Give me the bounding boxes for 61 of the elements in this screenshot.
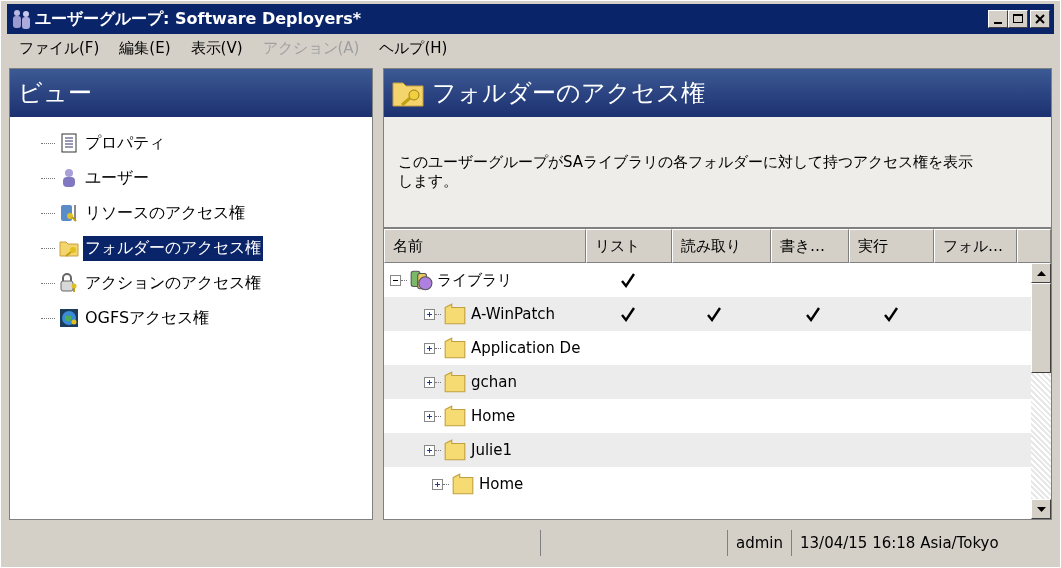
column-header[interactable]: 書き… — [771, 229, 849, 263]
sidebar-item[interactable]: フォルダーのアクセス権 — [83, 235, 263, 261]
sidebar-item[interactable]: プロパティ — [83, 130, 167, 156]
expand-toggle-icon[interactable] — [424, 376, 435, 388]
down-arrow-icon — [1036, 506, 1046, 512]
folder-name[interactable]: A-WinPatch — [471, 305, 556, 323]
expand-toggle-icon[interactable] — [424, 308, 435, 320]
maximize-icon — [1013, 14, 1023, 24]
document-icon — [59, 133, 79, 153]
sidebar-item[interactable]: リソースのアクセス権 — [83, 200, 247, 226]
sidebar-item[interactable]: ユーザー — [83, 165, 151, 191]
folder-name[interactable]: Application De — [471, 339, 581, 357]
folder-icon — [443, 404, 467, 428]
server-key-icon — [59, 203, 79, 223]
folder-icon — [443, 370, 467, 394]
expand-toggle-icon[interactable] — [424, 444, 435, 456]
scroll-thumb[interactable] — [1031, 283, 1051, 373]
close-button[interactable] — [1030, 10, 1050, 28]
folder-name[interactable]: gchan — [471, 373, 517, 391]
column-header[interactable]: 実行 — [849, 229, 934, 263]
menu-item[interactable]: 編集(E) — [119, 38, 171, 58]
folder-name[interactable]: ライブラリ — [437, 270, 512, 290]
description-text: このユーザーグループがSAライブラリの各フォルダーに対して持つアクセス権を表示します。 — [398, 153, 975, 191]
status-time: 13/04/15 16:18 Asia/Tokyo — [799, 533, 1000, 554]
column-header[interactable]: 読み取り — [672, 229, 771, 263]
sidebar-item[interactable]: OGFSアクセス権 — [83, 305, 212, 331]
folder-icon — [443, 302, 467, 326]
users-icon — [11, 8, 33, 30]
menu-item[interactable]: 表示(V) — [190, 38, 243, 58]
folder-icon — [443, 438, 467, 462]
window-title: ユーザーグループ: Software Deployers* — [35, 8, 362, 30]
sidebar-item[interactable]: アクションのアクセス権 — [83, 270, 263, 296]
folder-name[interactable]: Home — [471, 407, 516, 425]
folder-icon — [443, 336, 467, 360]
column-header[interactable]: 名前 — [384, 229, 586, 263]
scroll-up-button[interactable] — [1031, 263, 1051, 283]
column-header[interactable]: リスト — [586, 229, 672, 263]
minimize-icon — [994, 22, 1002, 24]
up-arrow-icon — [1036, 270, 1046, 276]
collapse-toggle-icon[interactable] — [390, 274, 401, 286]
menu-item[interactable]: ファイル(F) — [19, 38, 100, 58]
globe-key-icon — [59, 308, 79, 328]
panel-title: フォルダーのアクセス権 — [432, 78, 705, 109]
library-icon — [409, 268, 433, 292]
menu-item[interactable]: ヘルプ(H) — [379, 38, 448, 58]
minimize-button[interactable] — [988, 10, 1008, 28]
lock-key-icon — [59, 273, 79, 293]
folder-name[interactable]: Home — [479, 475, 524, 493]
scrollbar[interactable] — [1031, 263, 1051, 519]
panel-title: ビュー — [18, 78, 92, 109]
folder-icon — [451, 472, 475, 496]
folder-name[interactable]: Julie1 — [471, 441, 513, 459]
maximize-button[interactable] — [1008, 10, 1028, 28]
expand-toggle-icon[interactable] — [432, 478, 443, 490]
expand-toggle-icon[interactable] — [424, 342, 435, 354]
close-icon — [1035, 14, 1045, 24]
folder-key-icon — [59, 238, 79, 258]
status-user: admin — [728, 530, 792, 556]
expand-toggle-icon[interactable] — [424, 410, 435, 422]
scroll-down-button[interactable] — [1031, 499, 1051, 519]
column-header[interactable]: フォル… — [934, 229, 1017, 263]
